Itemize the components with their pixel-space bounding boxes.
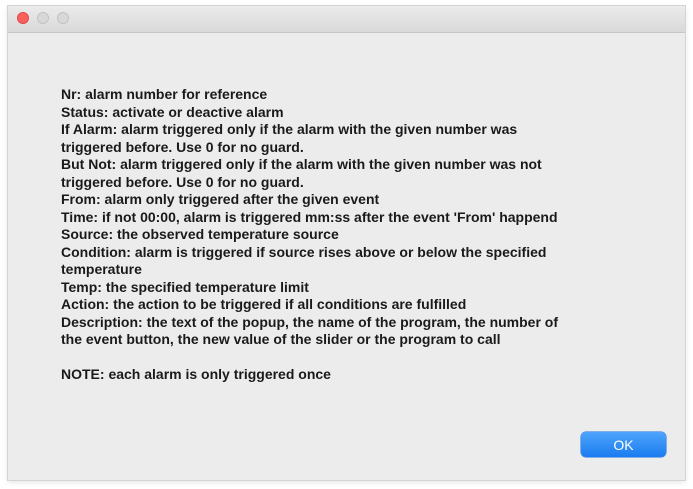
- help-line-time: Time: if not 00:00, alarm is triggered m…: [61, 208, 558, 225]
- help-line-condition-cont: temperature: [61, 261, 142, 277]
- close-window-icon[interactable]: [17, 12, 29, 24]
- title-bar: [8, 6, 685, 33]
- help-line-source: Source: the observed temperature source: [61, 226, 339, 242]
- minimize-window-icon: [37, 12, 49, 24]
- help-line-description-cont: the event button, the new value of the s…: [61, 331, 501, 347]
- ok-button[interactable]: OK: [581, 432, 666, 457]
- help-line-action: Action: the action to be triggered if al…: [61, 296, 467, 312]
- help-line-but-not: But Not: alarm triggered only if the ala…: [61, 156, 542, 172]
- help-note: NOTE: each alarm is only triggered once: [61, 366, 331, 382]
- help-line-if-alarm: If Alarm: alarm triggered only if the al…: [61, 121, 518, 137]
- help-message: Nr: alarm number for reference Status: a…: [61, 86, 681, 384]
- help-line-if-alarm-cont: triggered before. Use 0 for no guard.: [61, 138, 304, 155]
- alarm-help-dialog: Nr: alarm number for reference Status: a…: [8, 6, 685, 480]
- help-line-from: From: alarm only triggered after the giv…: [61, 191, 380, 207]
- help-line-description: Description: the text of the popup, the …: [61, 313, 559, 330]
- zoom-window-icon: [57, 12, 69, 24]
- help-line-nr: Nr: alarm number for reference: [61, 86, 268, 102]
- help-line-temp: Temp: the specified temperature limit: [61, 278, 309, 295]
- help-line-status: Status: activate or deactive alarm: [61, 103, 284, 120]
- help-spacer: [61, 349, 681, 367]
- help-line-condition: Condition: alarm is triggered if source …: [61, 243, 547, 260]
- help-line-but-not-cont: triggered before. Use 0 for no guard.: [61, 173, 304, 190]
